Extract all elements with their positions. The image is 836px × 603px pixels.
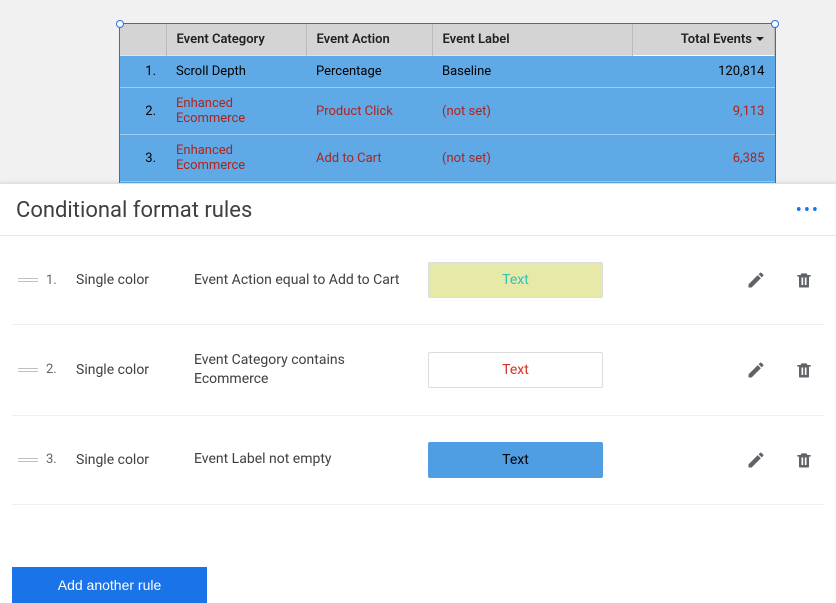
row-action: Product Click bbox=[306, 88, 432, 135]
row-total: 120,814 bbox=[632, 56, 775, 88]
edit-rule-button[interactable] bbox=[742, 356, 770, 384]
format-rule[interactable]: 1. Single color Event Action equal to Ad… bbox=[12, 236, 824, 325]
row-index: 1. bbox=[120, 56, 166, 88]
rule-order: 3. bbox=[46, 452, 68, 467]
table-row[interactable]: 3. Enhanced Ecommerce Add to Cart (not s… bbox=[120, 135, 775, 182]
conditional-format-panel: Conditional format rules ••• 1. Single c… bbox=[0, 183, 836, 603]
row-label: (not set) bbox=[432, 88, 632, 135]
rule-type: Single color bbox=[76, 452, 186, 468]
rule-description: Event Label not empty bbox=[194, 450, 414, 469]
trash-icon bbox=[794, 450, 814, 470]
rule-preview-swatch: Text bbox=[428, 442, 603, 478]
trash-icon bbox=[794, 270, 814, 290]
row-label: (not set) bbox=[432, 135, 632, 182]
table-row[interactable]: 2. Enhanced Ecommerce Product Click (not… bbox=[120, 88, 775, 135]
rule-description: Event Category contains Ecommerce bbox=[194, 351, 414, 389]
row-total: 9,113 bbox=[632, 88, 775, 135]
pencil-icon bbox=[746, 450, 766, 470]
rules-list: 1. Single color Event Action equal to Ad… bbox=[0, 236, 836, 547]
rule-drag-handle-icon[interactable] bbox=[18, 278, 38, 282]
rule-type: Single color bbox=[76, 362, 186, 378]
row-action: Percentage bbox=[306, 56, 432, 88]
col-header-index[interactable] bbox=[120, 24, 166, 56]
rule-drag-handle-icon[interactable] bbox=[18, 458, 38, 462]
delete-rule-button[interactable] bbox=[790, 356, 818, 384]
row-action: Add to Cart bbox=[306, 135, 432, 182]
rule-type: Single color bbox=[76, 272, 186, 288]
row-label: Baseline bbox=[432, 56, 632, 88]
add-rule-button[interactable]: Add another rule bbox=[12, 567, 207, 603]
row-category: Enhanced Ecommerce bbox=[166, 88, 306, 135]
table-row[interactable]: 1. Scroll Depth Percentage Baseline 120,… bbox=[120, 56, 775, 88]
row-total: 6,385 bbox=[632, 135, 775, 182]
pencil-icon bbox=[746, 270, 766, 290]
rule-order: 2. bbox=[46, 362, 68, 377]
delete-rule-button[interactable] bbox=[790, 446, 818, 474]
resize-handle-tl[interactable] bbox=[116, 20, 124, 28]
edit-rule-button[interactable] bbox=[742, 446, 770, 474]
row-index: 2. bbox=[120, 88, 166, 135]
rule-drag-handle-icon[interactable] bbox=[18, 368, 38, 372]
panel-more-icon[interactable]: ••• bbox=[796, 200, 820, 221]
rule-preview-swatch: Text bbox=[428, 352, 603, 388]
panel-title: Conditional format rules bbox=[16, 198, 252, 223]
col-header-category[interactable]: Event Category bbox=[166, 24, 306, 56]
trash-icon bbox=[794, 360, 814, 380]
col-header-total[interactable]: Total Events bbox=[632, 24, 775, 56]
rule-description: Event Action equal to Add to Cart bbox=[194, 271, 414, 290]
format-rule[interactable]: 2. Single color Event Category contains … bbox=[12, 325, 824, 416]
edit-rule-button[interactable] bbox=[742, 266, 770, 294]
row-index: 3. bbox=[120, 135, 166, 182]
format-rule[interactable]: 3. Single color Event Label not empty Te… bbox=[12, 416, 824, 505]
row-category: Scroll Depth bbox=[166, 56, 306, 88]
delete-rule-button[interactable] bbox=[790, 266, 818, 294]
col-header-label[interactable]: Event Label bbox=[432, 24, 632, 56]
col-header-action[interactable]: Event Action bbox=[306, 24, 432, 56]
row-category: Enhanced Ecommerce bbox=[166, 135, 306, 182]
pencil-icon bbox=[746, 360, 766, 380]
rule-preview-swatch: Text bbox=[428, 262, 603, 298]
resize-handle-tr[interactable] bbox=[771, 20, 779, 28]
rule-order: 1. bbox=[46, 273, 68, 288]
